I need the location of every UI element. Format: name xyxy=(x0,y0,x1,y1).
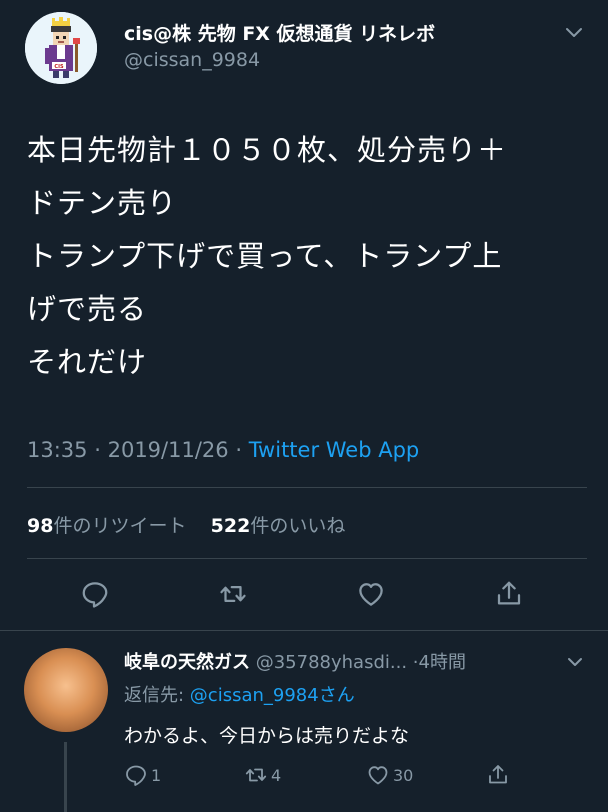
like-count: 522 xyxy=(210,515,251,537)
heart-icon xyxy=(368,766,388,785)
replying-prefix: 返信先: xyxy=(124,685,190,706)
tweet-time[interactable]: 13:35 xyxy=(27,438,88,462)
avatar[interactable]: CIS xyxy=(25,12,97,84)
tweet-date[interactable]: 2019/11/26 xyxy=(108,438,229,462)
heart-icon xyxy=(359,583,383,606)
like-button[interactable] xyxy=(354,577,388,611)
reply-retweet-count: 4 xyxy=(271,765,282,785)
reply-button[interactable] xyxy=(78,577,112,611)
tweet-text-line: ドテン売り xyxy=(27,186,178,220)
reply-like-button[interactable]: 30 xyxy=(366,763,413,787)
pixel-character-avatar: CIS xyxy=(25,12,97,84)
reply-like-count: 30 xyxy=(393,765,414,785)
reply-retweet-button[interactable]: 4 xyxy=(244,763,281,787)
tweet-text: 本日先物計１０５０枚、処分売り＋ ドテン売り トランプ下げで買って、トランプ上 … xyxy=(27,124,587,389)
reply-author-handle[interactable]: @35788yhasdi... xyxy=(256,652,407,673)
reply-share-button[interactable] xyxy=(486,763,513,787)
divider xyxy=(27,487,587,488)
tweet-text-line: それだけ xyxy=(27,345,148,379)
tweet-source-link[interactable]: Twitter Web App xyxy=(249,438,420,462)
reply-header: 岐阜の天然ガス @35788yhasdi... ·4時間 xyxy=(124,648,466,674)
tweet-meta: 13:35 · 2019/11/26 · Twitter Web App xyxy=(27,438,419,462)
svg-text:CIS: CIS xyxy=(54,64,64,70)
divider xyxy=(27,558,587,559)
retweet-stat[interactable]: 98件のリツイート xyxy=(27,515,186,537)
retweet-icon xyxy=(245,768,267,782)
tweet-text-line: げで売る xyxy=(27,292,148,326)
reply-icon xyxy=(126,765,146,786)
replying-to: 返信先: @cissan_9984さん xyxy=(124,681,355,707)
author-handle[interactable]: @cissan_9984 xyxy=(124,49,260,71)
author-display-name[interactable]: cis@株 先物 FX 仮想通貨 リネレボ xyxy=(124,19,435,46)
retweet-label: 件のリツイート xyxy=(53,515,187,537)
reply-reply-count: 1 xyxy=(151,765,162,785)
reply-icon xyxy=(82,582,108,608)
retweet-icon xyxy=(220,586,246,602)
chevron-down-icon[interactable] xyxy=(566,654,584,668)
share-icon xyxy=(497,581,521,605)
tweet-text-line: 本日先物計１０５０枚、処分売り＋ xyxy=(27,133,508,167)
share-icon xyxy=(489,765,507,784)
avatar[interactable] xyxy=(24,648,108,732)
share-button[interactable] xyxy=(492,577,526,611)
thread-connector xyxy=(64,742,67,812)
tweet-text-line: トランプ下げで買って、トランプ上 xyxy=(27,239,503,273)
reply-time[interactable]: 4時間 xyxy=(419,652,466,673)
replying-suffix: さん xyxy=(318,685,355,706)
meta-separator: · xyxy=(94,438,101,462)
retweet-count: 98 xyxy=(27,515,54,537)
retweet-button[interactable] xyxy=(216,577,250,611)
reply-author-name[interactable]: 岐阜の天然ガス xyxy=(124,652,250,673)
meta-separator: · xyxy=(235,438,243,462)
replying-mention-link[interactable]: @cissan_9984 xyxy=(190,685,319,706)
reply-reply-button[interactable]: 1 xyxy=(124,763,161,787)
divider xyxy=(0,630,608,631)
tweet-stats: 98件のリツイート 522件のいいね xyxy=(27,511,345,538)
like-stat[interactable]: 522件のいいね xyxy=(211,515,346,537)
like-label: 件のいいね xyxy=(250,515,346,537)
reply-text: わかるよ、今日からは売りだよな xyxy=(124,725,410,747)
chevron-down-icon[interactable] xyxy=(564,25,584,41)
